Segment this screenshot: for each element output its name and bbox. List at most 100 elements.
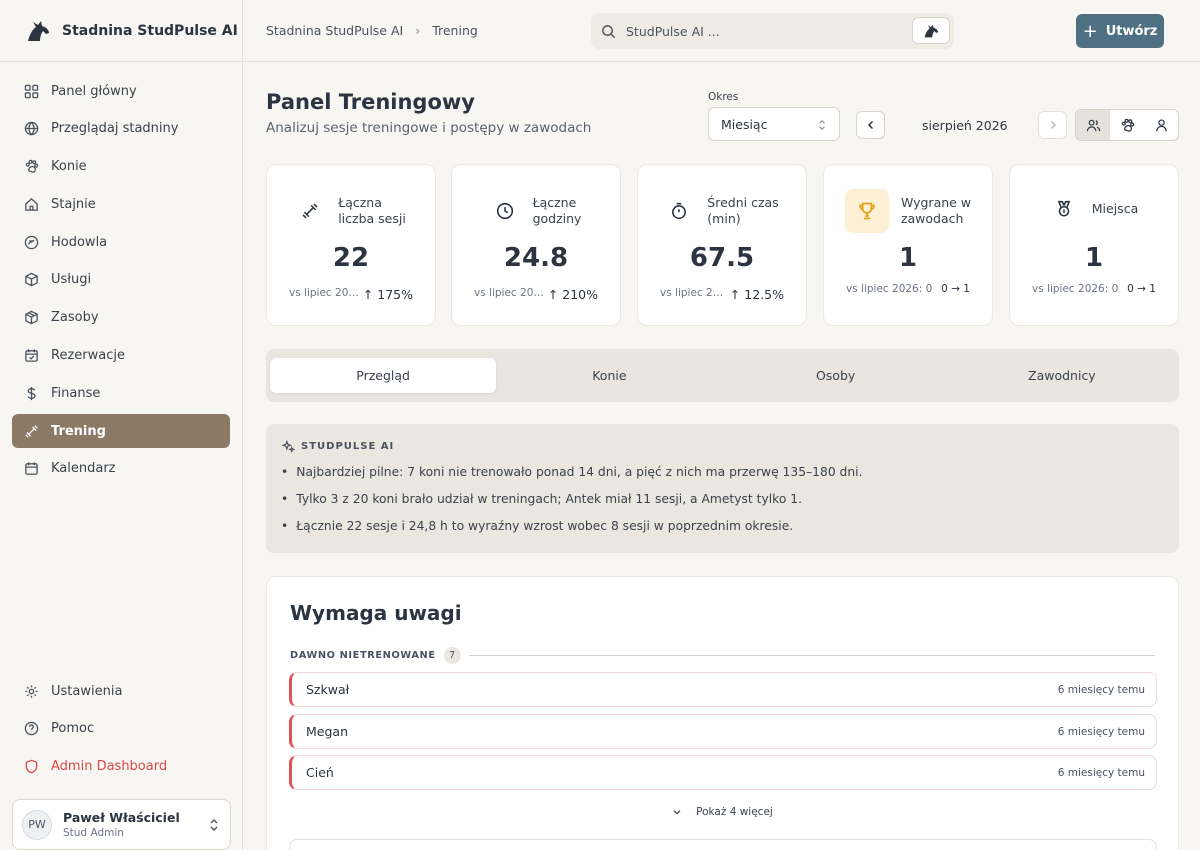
chevron-up-down-icon — [819, 120, 825, 130]
stat-compare: vs lipiec 2026: 0 — [1032, 283, 1119, 295]
breeding-icon — [23, 234, 39, 250]
divider — [468, 655, 1155, 656]
sidebar-item-kalendarz[interactable]: Kalendarz — [12, 452, 230, 486]
tab-przeglad[interactable]: Przegląd — [270, 358, 497, 393]
stat-label: godziny — [532, 211, 582, 226]
stat-label: Łączne — [532, 195, 577, 210]
sidebar-item-konie[interactable]: Konie — [12, 150, 230, 184]
calendar-check-icon — [23, 348, 39, 364]
breadcrumb-item-trening: Trening — [432, 23, 478, 38]
shield-icon — [23, 759, 39, 775]
breadcrumb-item-stadnina[interactable]: Stadnina StudPulse AI — [266, 23, 403, 38]
stat-change: ↑ 175% — [362, 287, 413, 302]
sidebar-item-rezerwacje[interactable]: Rezerwacje — [12, 339, 230, 373]
stat-card-wins: Wygrane w zawodach 1 vs lipiec 2026: 0 0 →… — [823, 164, 993, 326]
dollar-icon — [23, 385, 39, 401]
period-value: Miesiąc — [721, 116, 768, 132]
sidebar-item-zasoby[interactable]: Zasoby — [12, 301, 230, 335]
paw-icon — [23, 159, 39, 175]
list-item[interactable]: Megan 6 miesięcy temu — [289, 714, 1157, 749]
stat-label: Średni czas — [707, 195, 779, 210]
topbar: Stadnina StudPulse AI › Trening StudPuls… — [243, 0, 1200, 62]
page-subtitle: Analizuj sesje treningowe i postępy w za… — [266, 120, 592, 136]
attention-title: Wymaga uwagi — [290, 601, 462, 625]
ai-bullet-list: Najbardziej pilne: 7 koni nie trenowało … — [281, 465, 862, 546]
stat-label: Łączna — [338, 195, 382, 210]
help-icon — [23, 721, 39, 737]
sidebar-item-ustawienia[interactable]: Ustawienia — [12, 674, 231, 708]
list-item[interactable]: Szkwał 6 miesięcy temu — [289, 672, 1157, 707]
list-item[interactable]: Cień 6 miesięcy temu — [289, 755, 1157, 790]
sidebar-item-hodowla[interactable]: Hodowla — [12, 225, 230, 259]
tab-konie[interactable]: Konie — [496, 358, 722, 393]
horse-last-training: 6 miesięcy temu — [1057, 683, 1145, 696]
sidebar-item-uslugi[interactable]: Usługi — [12, 263, 230, 297]
horse-last-training: 6 miesięcy temu — [1057, 725, 1145, 738]
stat-value: 67.5 — [689, 243, 755, 273]
home-icon — [23, 196, 39, 212]
user-menu[interactable]: PW Paweł Właściciel Stud Admin — [12, 799, 231, 850]
attention-panel: Wymaga uwagi DAWNO NIETRENOWANE 7 Szkwał… — [266, 576, 1179, 850]
package-icon — [23, 310, 39, 326]
ai-search-button[interactable] — [912, 17, 950, 44]
chevron-left-icon — [867, 120, 873, 130]
horse-name: Megan — [306, 724, 348, 739]
stat-value: 1 — [898, 243, 918, 273]
clock-icon — [491, 197, 519, 225]
tab-bar: Przegląd Konie Osoby Zawodnicy — [266, 349, 1179, 402]
create-button[interactable]: + Utwórz — [1076, 14, 1164, 48]
sidebar-item-finanse[interactable]: Finanse — [12, 376, 230, 410]
view-riders-button[interactable] — [1144, 110, 1178, 140]
sidebar-item-label: Zasoby — [51, 310, 99, 326]
tab-osoby[interactable]: Osoby — [723, 358, 949, 393]
stat-card-avg-time: Średni czas(min) 67.5 vs lipiec 2026: 60… — [637, 164, 807, 326]
search-input[interactable]: StudPulse AI ... — [591, 13, 954, 49]
chevron-right-icon — [1050, 120, 1056, 130]
sidebar: Stadnina StudPulse AI Panel główny Przeg… — [0, 0, 243, 850]
sidebar-item-label: Stajnie — [51, 196, 96, 212]
users-icon — [1086, 119, 1100, 131]
sidebar-item-przegladaj-stadniny[interactable]: Przeglądaj stadniny — [12, 112, 230, 146]
trophy-icon — [844, 189, 889, 233]
view-people-button[interactable] — [1076, 110, 1110, 140]
sidebar-item-label: Kalendarz — [51, 461, 116, 477]
brand[interactable]: Stadnina StudPulse AI — [0, 0, 242, 62]
create-button-label: Utwórz — [1105, 23, 1158, 39]
avatar: PW — [22, 809, 52, 840]
sparkles-icon — [282, 440, 295, 453]
stat-value: 1 — [1084, 243, 1104, 273]
period-select[interactable]: Miesiąc — [708, 107, 840, 141]
user-icon — [1155, 118, 1167, 131]
dashboard-icon — [23, 83, 39, 99]
view-toggle — [1075, 109, 1179, 141]
tab-zawodnicy[interactable]: Zawodnicy — [949, 358, 1175, 393]
sidebar-item-stajnie[interactable]: Stajnie — [12, 187, 230, 221]
main-content: Panel Treningowy Analizuj sesje treningo… — [243, 62, 1200, 850]
ai-insights: STUDPULSE AI Najbardziej pilne: 7 koni n… — [266, 424, 1179, 553]
next-month-button[interactable] — [1038, 111, 1067, 139]
sidebar-item-label: Admin Dashboard — [51, 759, 168, 775]
stat-compare: vs lipiec 2026: 8 — [289, 287, 363, 299]
stat-change: 0 → 1 — [941, 283, 970, 295]
ai-bullet: Łącznie 22 sesje i 24,8 h to wyraźny wzr… — [281, 519, 862, 546]
sidebar-item-trening[interactable]: Trening — [12, 414, 230, 449]
paw-icon — [1121, 118, 1134, 132]
sidebar-item-admin-dashboard[interactable]: Admin Dashboard — [12, 750, 231, 784]
sidebar-item-label: Trening — [51, 423, 106, 439]
next-card — [289, 839, 1157, 850]
show-more-button[interactable]: Pokaż 4 więcej — [267, 806, 1178, 818]
horse-name: Szkwał — [306, 682, 350, 697]
horse-logo-icon — [28, 20, 49, 41]
view-horses-button[interactable] — [1110, 110, 1144, 140]
sidebar-item-pomoc[interactable]: Pomoc — [12, 712, 231, 746]
sidebar-item-panel-glowny[interactable]: Panel główny — [12, 74, 230, 108]
stat-change: 0 → 1 — [1127, 283, 1156, 295]
prev-month-button[interactable] — [856, 111, 885, 139]
stat-label: (min) — [707, 211, 741, 226]
timer-icon — [665, 197, 693, 225]
user-role: Stud Admin — [63, 827, 124, 839]
stat-label: zawodach — [900, 211, 964, 226]
chevron-down-icon — [673, 810, 681, 815]
chevron-right-icon: › — [415, 23, 421, 38]
stat-card-hours: Łącznegodziny 24.8 vs lipiec 2026: 8↑ 21… — [451, 164, 621, 326]
